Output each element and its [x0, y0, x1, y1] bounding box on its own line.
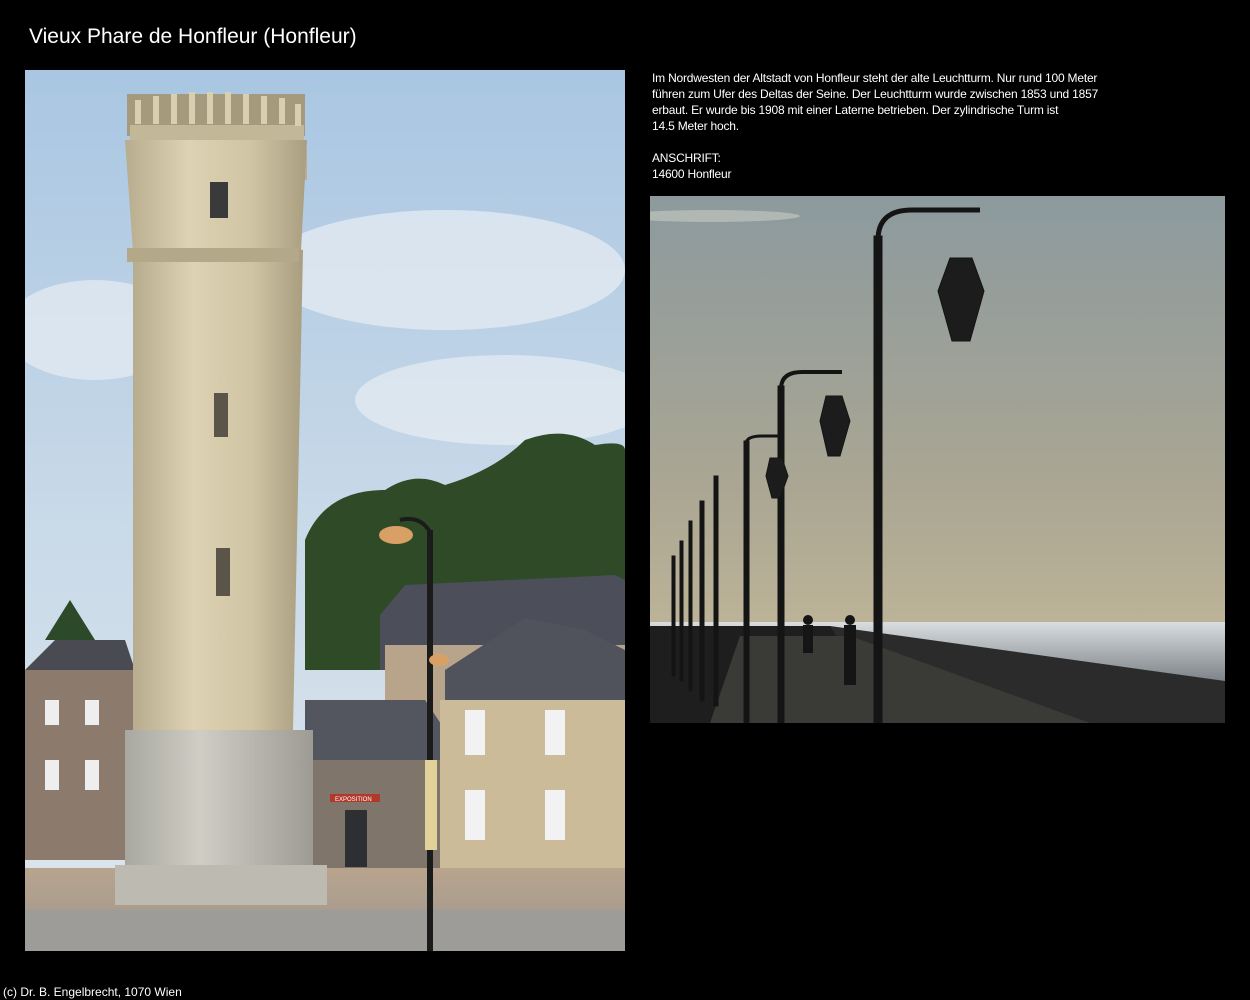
description-line: 14.5 Meter hoch.: [652, 119, 739, 133]
promenade-photo: [650, 196, 1225, 723]
lighthouse-photo: EXPOSITION: [25, 70, 625, 951]
exposition-sign: EXPOSITION: [335, 797, 372, 803]
description: Im Nordwesten der Altstadt von Honfleur …: [652, 70, 1132, 182]
description-line: erbaut. Er wurde bis 1908 mit einer Late…: [652, 103, 1059, 117]
address-value: 14600 Honfleur: [652, 167, 732, 181]
description-line: Im Nordwesten der Altstadt von Honfleur …: [652, 71, 1098, 85]
page-title: Vieux Phare de Honfleur (Honfleur): [29, 25, 357, 48]
address-label: ANSCHRIFT:: [652, 151, 721, 165]
address-block: ANSCHRIFT: 14600 Honfleur: [652, 150, 1132, 182]
copyright-footer: (c) Dr. B. Engelbrecht, 1070 Wien: [3, 985, 182, 999]
description-line: führen zum Ufer des Deltas der Seine. De…: [652, 87, 1099, 101]
